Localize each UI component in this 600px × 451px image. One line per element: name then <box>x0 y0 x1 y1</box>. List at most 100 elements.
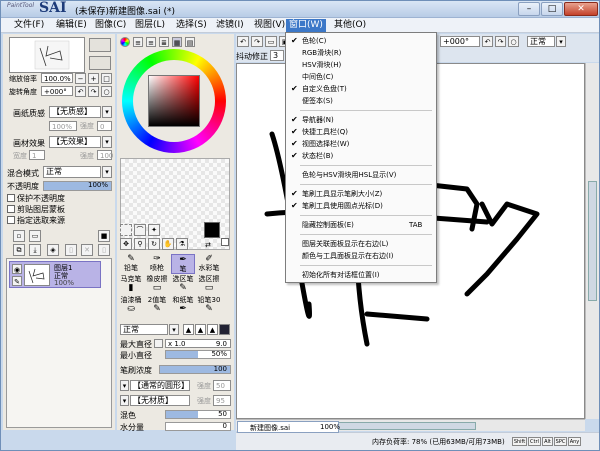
intermediate-color-mode-icon[interactable]: ≣ <box>159 37 169 47</box>
maximize-button[interactable]: □ <box>541 2 563 16</box>
zoom-minus-icon[interactable]: − <box>75 73 86 84</box>
saturation-value-square[interactable] <box>148 75 200 127</box>
rotate-reset-icon[interactable]: ○ <box>101 86 112 97</box>
color-wheel[interactable] <box>122 49 226 153</box>
navigator-fit-button[interactable] <box>89 38 111 52</box>
zoom-field[interactable]: 100.0% <box>41 73 73 83</box>
blend-dropdown-icon[interactable]: ▾ <box>102 166 112 178</box>
mix-slider[interactable]: 50 <box>165 410 231 419</box>
density-slider[interactable]: 100 <box>159 365 231 374</box>
menu-layer[interactable]: 图层(L) <box>132 19 168 32</box>
menu-item-custom-palette[interactable]: ✔ 自定义色盘(T) <box>286 83 436 95</box>
scratchpad-mode-icon[interactable]: ▤ <box>185 37 195 47</box>
new-layer-icon[interactable]: ▫ <box>13 230 25 242</box>
layer-move-icon[interactable]: ▯ <box>98 244 110 256</box>
brush-bucket[interactable]: 油漆桶 ⛀ <box>119 296 143 316</box>
hsv-slider-mode-icon[interactable]: ≡ <box>146 37 156 47</box>
navigator-preview[interactable] <box>9 37 85 73</box>
canvas-mode-select[interactable]: 正常 <box>527 36 555 47</box>
brush-washi[interactable]: 和纸笔 ✒ <box>171 296 195 316</box>
menu-view[interactable]: 视图(V) <box>251 19 288 32</box>
menu-file[interactable]: 文件(F) <box>11 19 47 32</box>
zoom-plus-icon[interactable]: + <box>88 73 99 84</box>
rotate-cw-icon[interactable]: ↷ <box>495 36 506 47</box>
palette-mode-icon[interactable]: ▦ <box>172 37 182 47</box>
zoom-reset-icon[interactable]: □ <box>101 73 112 84</box>
rotate-field[interactable]: +000° <box>41 86 73 96</box>
brush-pencil[interactable]: ✎ 铅笔 <box>119 254 143 274</box>
rotate-tool-icon[interactable]: ↻ <box>148 238 160 250</box>
brush-shape-select[interactable]: 【通常的圆形】 <box>130 380 190 391</box>
menu-item-hsv-slider[interactable]: HSV滑块(H) <box>286 59 436 71</box>
preserve-opacity-checkbox[interactable] <box>7 194 15 202</box>
brush-binary[interactable]: 2值笔 ✎ <box>145 296 169 316</box>
rect-select-icon[interactable] <box>120 224 132 236</box>
vertical-scrollbar[interactable] <box>585 63 599 419</box>
close-button[interactable]: ✕ <box>564 2 598 16</box>
rotate-reset-canvas-icon[interactable]: ○ <box>508 36 519 47</box>
rotate-left-icon[interactable]: ↶ <box>75 86 86 97</box>
menu-item-color-right[interactable]: 颜色与工具面板显示在右边(I) <box>286 250 436 262</box>
menu-item-brush-size[interactable]: ✔ 笔刷工具显示笔刷大小(Z) <box>286 188 436 200</box>
brush-pen[interactable]: ✒ 笔 <box>171 254 195 274</box>
max-diameter-field[interactable]: x 1.0 9.0 <box>165 339 231 348</box>
merge-layer-icon[interactable]: ⤓ <box>29 244 41 256</box>
edge-solid-icon[interactable] <box>219 324 230 335</box>
brush-mode-select[interactable]: 正常 <box>120 324 168 335</box>
undo-icon[interactable]: ↶ <box>237 36 249 47</box>
effect-width-field[interactable]: 1 <box>29 150 45 160</box>
zoom-tool-icon[interactable]: ⚲ <box>134 238 146 250</box>
rgb-slider-mode-icon[interactable]: ≡ <box>133 37 143 47</box>
opacity-slider[interactable]: 100% <box>43 181 112 191</box>
paper-strength-field[interactable]: 0 <box>97 121 112 131</box>
menu-item-rgb-slider[interactable]: RGB滑块(R) <box>286 47 436 59</box>
transparent-color-swatch[interactable] <box>221 238 229 246</box>
deselect-icon[interactable]: ▭ <box>265 36 277 47</box>
clear-layer-icon[interactable]: ▯ <box>65 244 77 256</box>
eyedropper-icon[interactable]: ⚗ <box>176 238 188 250</box>
mask-layer-icon[interactable]: ◈ <box>47 244 59 256</box>
paper-scale-field[interactable]: 100% <box>49 121 77 131</box>
brush-select-pen[interactable]: 选区笔 ✎ <box>171 275 195 295</box>
brush-texture-select[interactable]: 【无材质】 <box>130 395 190 406</box>
edge-soft-icon[interactable]: ▲ <box>207 324 218 335</box>
magic-wand-icon[interactable]: ✦ <box>148 224 160 236</box>
move-icon[interactable]: ✥ <box>120 238 132 250</box>
redo-icon[interactable]: ↷ <box>251 36 263 47</box>
water-slider[interactable]: 0 <box>165 422 231 431</box>
canvas-angle-field[interactable]: +000° <box>440 36 480 47</box>
copy-layer-icon[interactable]: ⧉ <box>13 244 25 256</box>
stabilizer-select[interactable]: 3 <box>270 50 284 61</box>
menu-window[interactable]: 窗口(W) <box>286 19 326 32</box>
effect-select[interactable]: 【无效果】 <box>49 136 101 148</box>
horizontal-scroll-thumb[interactable] <box>336 422 476 430</box>
delete-layer-icon[interactable]: ✕ <box>81 244 93 256</box>
menu-item-hsl-display[interactable]: 色轮与HSV滑块用HSL显示(V) <box>286 169 436 181</box>
menu-image[interactable]: 图像(C) <box>92 19 129 32</box>
min-diameter-slider[interactable]: 50% <box>165 350 231 359</box>
texture-strength-field[interactable]: 95 <box>213 395 231 406</box>
brush-watercolor[interactable]: ✐ 水彩笔 <box>197 254 221 274</box>
clipping-mask-checkbox[interactable] <box>7 205 15 213</box>
menu-other[interactable]: 其他(O) <box>331 19 369 32</box>
texture-dropdown-icon[interactable]: ▾ <box>120 395 129 406</box>
brush-marker[interactable]: 马克笔 ▮ <box>119 275 143 295</box>
effect-strength-field[interactable]: 100 <box>97 150 113 160</box>
document-tab[interactable]: 新建图像.sai 100% <box>237 421 340 433</box>
edge-hard-icon[interactable]: ▲ <box>183 324 194 335</box>
effect-dropdown-icon[interactable]: ▾ <box>102 136 112 148</box>
color-wheel-mode-icon[interactable] <box>120 37 130 47</box>
brush-eraser[interactable]: 橡皮擦 ▭ <box>145 275 169 295</box>
brush-airbrush[interactable]: ✑ 喷枪 <box>145 254 169 274</box>
navigator-reset-button[interactable] <box>89 56 111 70</box>
menu-item-reset-dialogs[interactable]: 初始化所有对话框位置(I) <box>286 269 436 281</box>
blend-mode-select[interactable]: 正常 <box>43 166 101 178</box>
canvas-mode-dropdown-icon[interactable]: ▾ <box>556 36 566 47</box>
menu-item-color-wheel[interactable]: ✔ 色轮(C) <box>286 35 436 47</box>
hand-tool-icon[interactable]: ✋ <box>162 238 174 250</box>
swap-colors-icon[interactable]: ⇄ <box>205 241 211 249</box>
lasso-icon[interactable]: ⌒ <box>134 224 146 236</box>
menu-item-dot-cursor[interactable]: ✔ 笔刷工具使用圆点光标(D) <box>286 200 436 212</box>
menu-item-intermediate[interactable]: 中间色(C) <box>286 71 436 83</box>
menu-item-layer-right[interactable]: 图层关联面板显示在右边(L) <box>286 238 436 250</box>
